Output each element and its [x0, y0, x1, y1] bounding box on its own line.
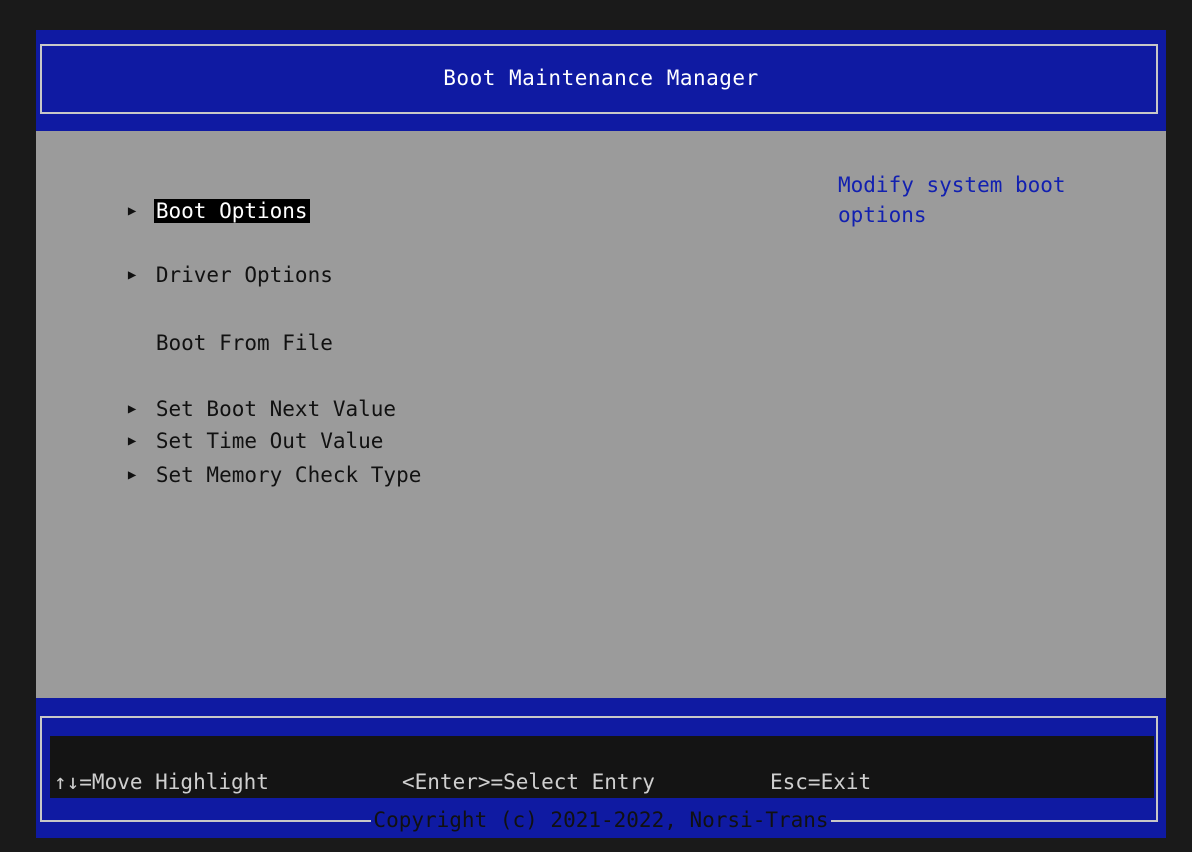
hint-exit: Esc=Exit — [770, 770, 872, 794]
hint-move-highlight: ↑↓=Move Highlight — [54, 770, 269, 794]
menu-item-label: Boot Options — [153, 199, 310, 223]
right-triangle-icon: ▶ — [127, 467, 137, 483]
menu-item-label: Driver Options — [155, 263, 333, 287]
menu-item-set-boot-next-value[interactable]: ▶ Set Boot Next Value — [52, 370, 398, 421]
right-triangle-icon: ▶ — [127, 203, 137, 219]
menu-item-boot-options[interactable]: ▶ Boot Options — [52, 172, 310, 223]
menu-item-set-memory-check-type[interactable]: ▶ Set Memory Check Type — [52, 436, 423, 487]
header-bar: Boot Maintenance Manager — [36, 30, 1166, 131]
footer-bar: ↑↓=Move Highlight <Enter>=Select Entry E… — [36, 698, 1166, 838]
help-text: Modify system boot options — [838, 173, 1066, 227]
menu-item-set-time-out-value[interactable]: ▶ Set Time Out Value — [52, 402, 385, 453]
menu-item-driver-options[interactable]: ▶ Driver Options — [52, 236, 335, 287]
copyright-label: Copyright (c) 2021-2022, Norsi-Trans — [371, 808, 831, 832]
bios-screen: Boot Maintenance Manager ▶ Boot Options ▶… — [36, 30, 1166, 838]
menu-item-label: Set Memory Check Type — [155, 463, 422, 487]
page-title: Boot Maintenance Manager — [443, 66, 759, 90]
copyright-text: Copyright (c) 2021-2022, Norsi-Trans — [36, 806, 1166, 834]
menu-item-label: Boot From File — [155, 331, 333, 355]
menu-item-boot-from-file[interactable]: Boot From File — [52, 304, 335, 355]
hint-select-entry: <Enter>=Select Entry — [402, 770, 655, 794]
right-triangle-icon: ▶ — [127, 267, 137, 283]
